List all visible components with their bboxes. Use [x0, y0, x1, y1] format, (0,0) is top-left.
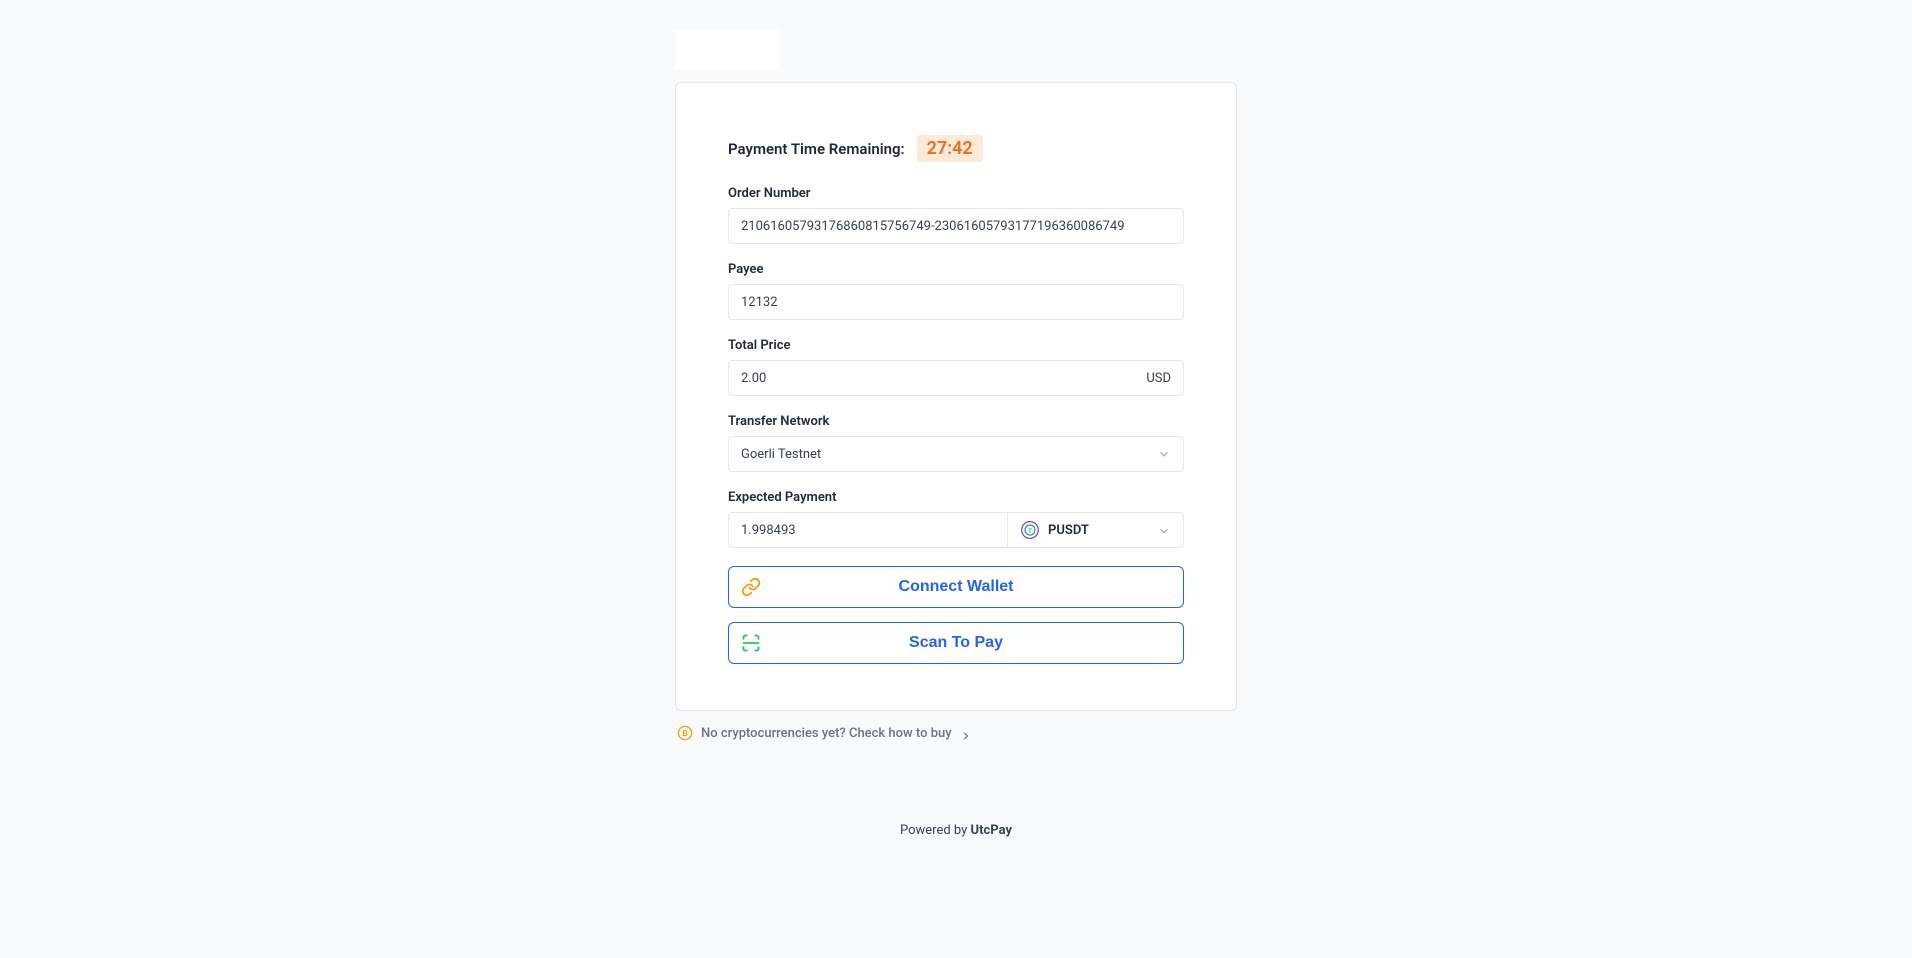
expected-payment-box: 1.998493: [728, 512, 1008, 548]
order-number-box: 21061605793176860815756749-2306160579317…: [728, 208, 1184, 244]
powered-by: Powered by UtcPay: [0, 823, 1912, 838]
logo-placeholder: [675, 30, 780, 70]
order-number-label: Order Number: [728, 186, 1184, 201]
payee-value: 12132: [741, 295, 778, 310]
total-price-label: Total Price: [728, 338, 1184, 353]
pusdt-icon: T: [1020, 520, 1040, 540]
transfer-network-select[interactable]: Goerli Testnet: [728, 436, 1184, 472]
bitcoin-icon: B: [677, 725, 693, 741]
payee-label: Payee: [728, 262, 1184, 277]
transfer-network-label: Transfer Network: [728, 414, 1184, 429]
scan-to-pay-label: Scan To Pay: [909, 634, 1003, 652]
svg-text:T: T: [1028, 529, 1032, 535]
how-to-buy-link[interactable]: B No cryptocurrencies yet? Check how to …: [675, 725, 1237, 741]
total-price-suffix: USD: [1146, 371, 1171, 386]
chevron-down-icon: [1157, 447, 1171, 461]
scan-icon: [741, 633, 761, 653]
how-to-buy-text: No cryptocurrencies yet? Check how to bu…: [701, 726, 952, 741]
expected-payment-label: Expected Payment: [728, 490, 1184, 505]
total-price-value: 2.00: [741, 371, 766, 386]
svg-text:B: B: [682, 729, 687, 738]
connect-wallet-button[interactable]: Connect Wallet: [728, 566, 1184, 608]
chevron-down-icon: [1157, 523, 1171, 537]
currency-select[interactable]: T PUSDT: [1008, 512, 1184, 548]
expected-payment-field: Expected Payment 1.998493 T: [728, 490, 1184, 548]
powered-by-brand: UtcPay: [971, 823, 1012, 838]
expected-payment-value: 1.998493: [741, 523, 796, 538]
currency-label: PUSDT: [1048, 523, 1089, 538]
scan-to-pay-button[interactable]: Scan To Pay: [728, 622, 1184, 664]
powered-by-text: Powered by: [900, 823, 971, 838]
timer-label: Payment Time Remaining:: [728, 140, 905, 158]
order-number-field: Order Number 21061605793176860815756749-…: [728, 186, 1184, 244]
timer-value: 27:42: [917, 135, 983, 162]
logo-area: [675, 30, 1237, 80]
total-price-field: Total Price 2.00 USD: [728, 338, 1184, 396]
payee-box: 12132: [728, 284, 1184, 320]
connect-wallet-label: Connect Wallet: [899, 578, 1014, 596]
timer-row: Payment Time Remaining: 27:42: [728, 135, 1184, 162]
payment-card: Payment Time Remaining: 27:42 Order Numb…: [675, 82, 1237, 711]
link-icon: [741, 577, 761, 597]
payee-field: Payee 12132: [728, 262, 1184, 320]
total-price-box: 2.00 USD: [728, 360, 1184, 396]
transfer-network-field: Transfer Network Goerli Testnet: [728, 414, 1184, 472]
order-number-value: 21061605793176860815756749-2306160579317…: [741, 219, 1125, 234]
transfer-network-value: Goerli Testnet: [741, 447, 821, 462]
chevron-right-icon: [960, 727, 972, 739]
